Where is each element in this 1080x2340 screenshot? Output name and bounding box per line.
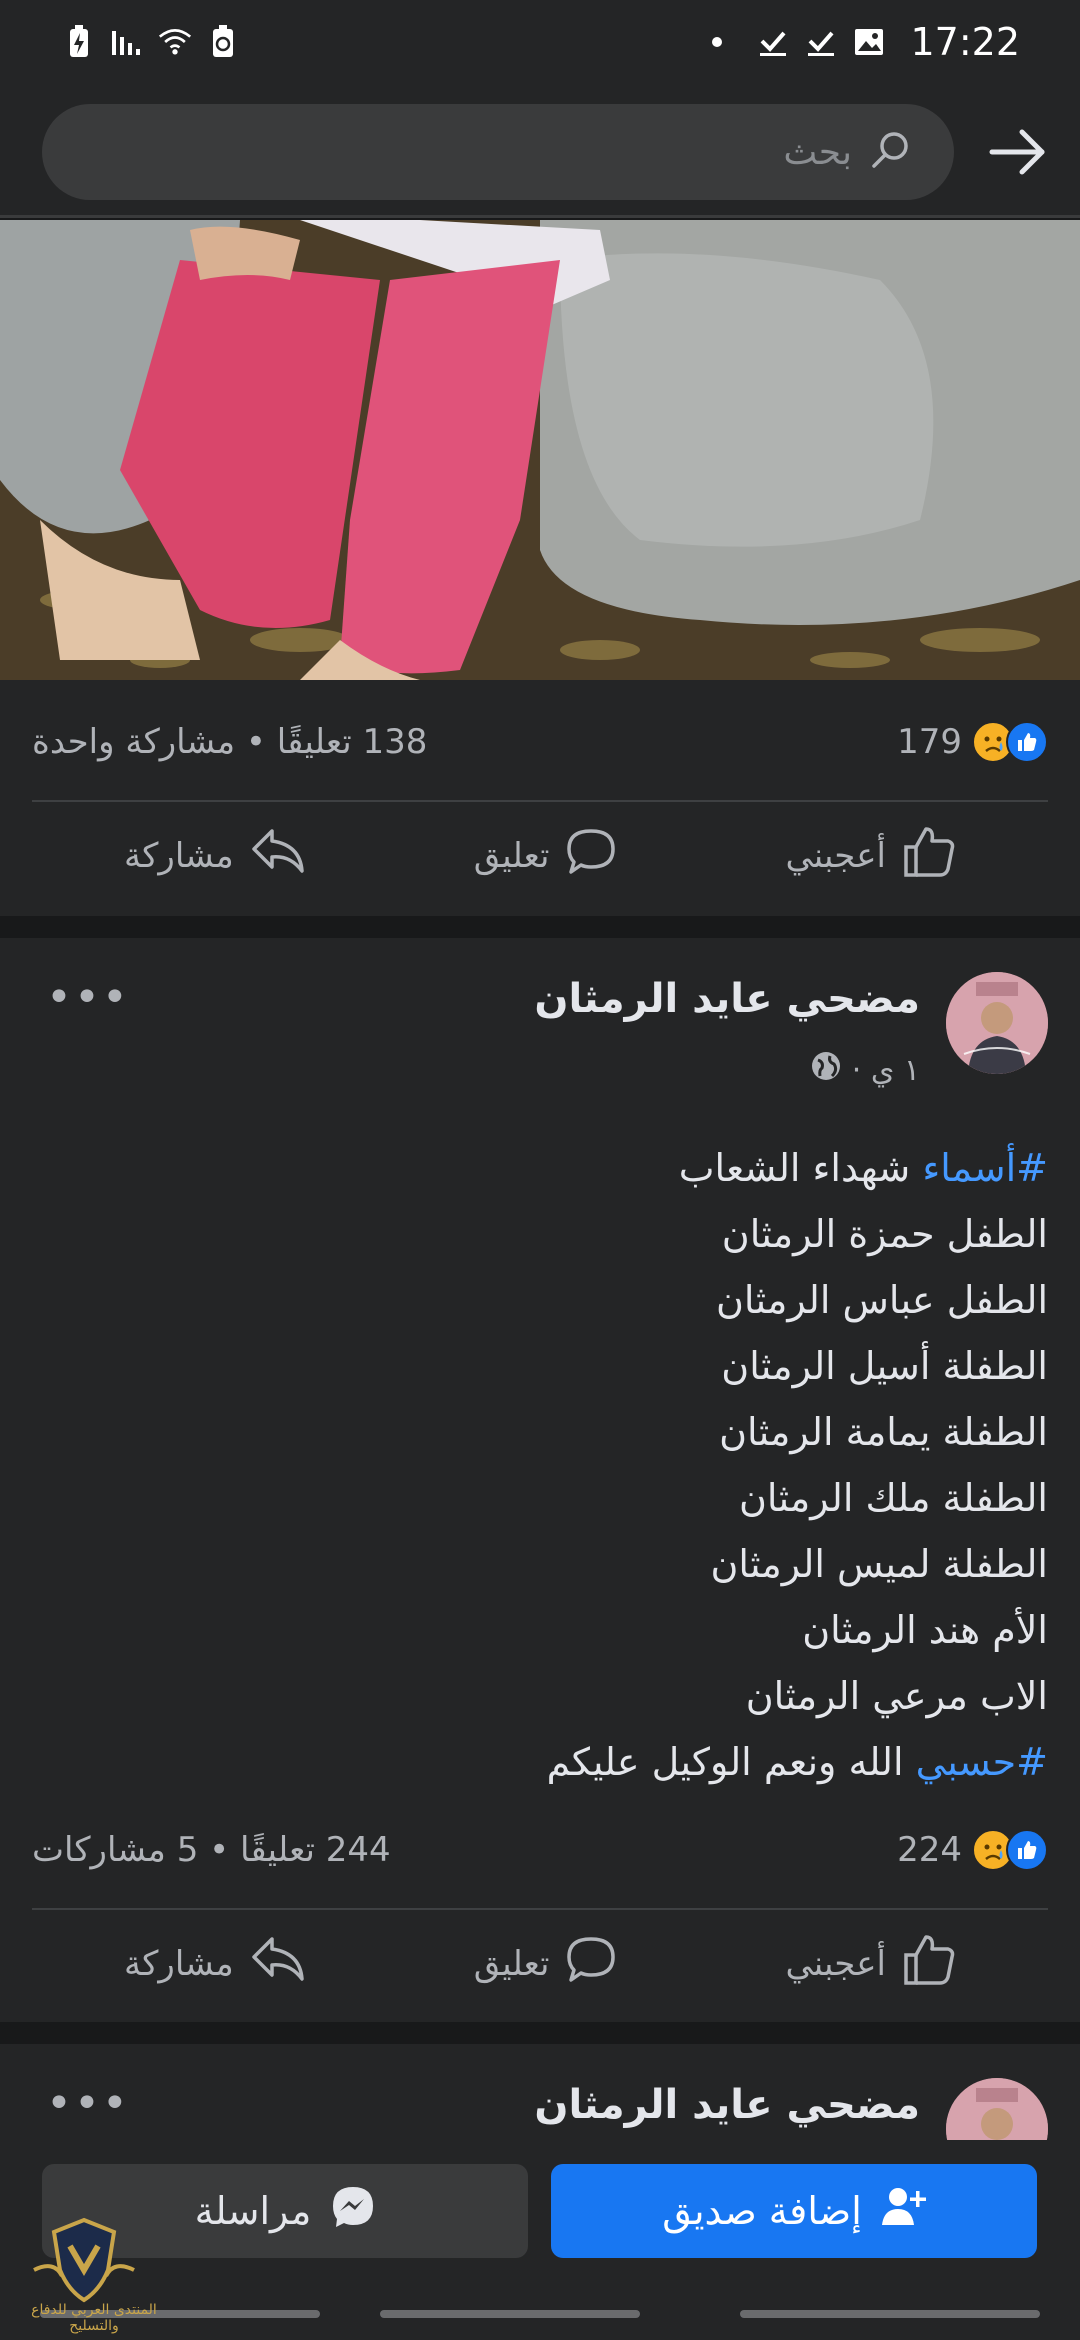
post1-stats: 138 تعليقًا • مشاركة واحدة 179 — [32, 712, 1048, 772]
more-options-icon[interactable]: ••• — [46, 2078, 130, 2129]
post1-comments-shares[interactable]: 138 تعليقًا • مشاركة واحدة — [32, 722, 427, 762]
post2-reaction-count: 224 — [897, 1830, 962, 1870]
post2-comments-shares[interactable]: 244 تعليقًا • 5 مشاركات — [32, 1830, 391, 1870]
like-reaction-icon — [1006, 1829, 1048, 1871]
post2-actions: مشاركة تعليق أعجبني — [0, 1914, 1080, 2014]
status-bar: 17:22 — [0, 0, 1080, 84]
post-line: الطفلة لميس الرمثان — [710, 1542, 1048, 1586]
post1-actions: مشاركة تعليق أعجبني — [0, 806, 1080, 906]
feed-separator — [0, 916, 1080, 938]
post-line: #أسماء شهداء الشعاب — [32, 1135, 1048, 1201]
share-label: مشاركة — [123, 1944, 234, 1984]
post-line: الاب مرعي الرمثان — [745, 1674, 1048, 1718]
globe-icon — [810, 1050, 842, 1090]
post2-time[interactable]: ١ ي · — [852, 1053, 920, 1088]
post-photo[interactable] — [0, 220, 1080, 680]
feed-separator — [0, 2022, 1080, 2044]
post2-meta: ١ ي · — [810, 1050, 920, 1090]
back-arrow-icon[interactable] — [986, 120, 1050, 184]
post2-text: #أسماء شهداء الشعاب الطفل حمزة الرمثان ا… — [32, 1135, 1048, 1795]
comment-label: تعليق — [473, 836, 550, 876]
message-label: مراسلة — [194, 2189, 312, 2233]
nav-gesture-handle — [740, 2310, 1040, 2318]
image-icon — [852, 25, 886, 59]
line-text: شهداء الشعاب — [678, 1146, 923, 1190]
share-button[interactable]: مشاركة — [124, 1935, 306, 1994]
nav-gesture-handle — [380, 2310, 640, 2318]
post2-reactions[interactable]: 224 — [897, 1829, 1048, 1871]
post2-card: مضحي عايد الرمثان ١ ي · ••• #أسماء شهداء… — [0, 938, 1080, 2022]
check-download-icon — [756, 25, 790, 59]
charging-icon — [62, 25, 96, 59]
add-friend-button[interactable]: إضافة صديق — [551, 2164, 1037, 2258]
hashtag-link[interactable]: #حسبي — [916, 1740, 1048, 1784]
search-icon — [870, 128, 914, 176]
post2-author-name[interactable]: مضحي عايد الرمثان — [534, 976, 920, 1022]
comment-button[interactable]: تعليق — [474, 827, 618, 886]
status-time: 17:22 — [910, 20, 1020, 64]
search-header: بحث — [0, 84, 1080, 218]
like-reaction-icon — [1006, 721, 1048, 763]
share-label: مشاركة — [123, 836, 234, 876]
more-options-icon[interactable]: ••• — [46, 972, 130, 1023]
like-label: أعجبني — [785, 836, 886, 876]
post-line: الطفل عباس الرمثان — [716, 1278, 1048, 1322]
post2-stats: 244 تعليقًا • 5 مشاركات 224 — [32, 1820, 1048, 1880]
post3-card: مضحي عايد الرمثان ••• — [0, 2044, 1080, 2140]
forum-watermark-logo: المنتدى العربي للدفاع والتسليح — [14, 2210, 157, 2334]
like-icon — [902, 1933, 956, 1996]
add-friend-label: إضافة صديق — [662, 2189, 862, 2233]
add-person-icon — [881, 2187, 926, 2236]
like-button[interactable]: أعجبني — [785, 825, 956, 888]
avatar[interactable] — [946, 972, 1048, 1074]
check-download-icon — [804, 25, 838, 59]
wifi-icon — [158, 25, 192, 59]
post-line: الأم هند الرمثان — [802, 1608, 1048, 1652]
search-input[interactable]: بحث — [42, 104, 954, 200]
signal-icon — [110, 25, 144, 59]
like-icon — [902, 825, 956, 888]
line-text: الله ونعم الوكيل عليكم — [546, 1740, 916, 1784]
comment-label: تعليق — [473, 1944, 550, 1984]
like-label: أعجبني — [785, 1944, 886, 1984]
post1-footer: 138 تعليقًا • مشاركة واحدة 179 مشاركة تع… — [0, 680, 1080, 916]
post1-reaction-count: 179 — [897, 722, 962, 762]
status-right-icons: 17:22 — [712, 20, 1020, 64]
comment-icon — [565, 827, 617, 886]
post-line: #حسبي الله ونعم الوكيل عليكم — [32, 1729, 1048, 1795]
notification-dot-icon — [712, 37, 723, 47]
divider — [32, 800, 1048, 802]
comment-icon — [565, 1935, 617, 1994]
share-button[interactable]: مشاركة — [124, 827, 306, 886]
post-line: الطفلة يمامة الرمثان — [719, 1410, 1048, 1454]
post3-author-name[interactable]: مضحي عايد الرمثان — [534, 2082, 920, 2128]
reaction-icons — [972, 1829, 1048, 1871]
search-placeholder: بحث — [783, 131, 852, 173]
watermark-text: المنتدى العربي للدفاع والتسليح — [31, 2302, 157, 2334]
share-icon — [250, 1935, 306, 1994]
like-button[interactable]: أعجبني — [785, 1933, 956, 1996]
post-line: الطفلة ملك الرمثان — [738, 1476, 1048, 1520]
comment-button[interactable]: تعليق — [474, 1935, 618, 1994]
post1-reactions[interactable]: 179 — [897, 721, 1048, 763]
avatar[interactable] — [946, 2078, 1048, 2140]
reaction-icons — [972, 721, 1048, 763]
post2-header: مضحي عايد الرمثان ١ ي · ••• — [0, 938, 1080, 1098]
divider — [32, 1908, 1048, 1910]
post-line: الطفلة أسيل الرمثان — [721, 1344, 1048, 1388]
status-left-icons — [62, 25, 240, 59]
share-icon — [250, 827, 306, 886]
messenger-icon — [331, 2185, 375, 2238]
post-line: الطفل حمزة الرمثان — [721, 1212, 1048, 1256]
hashtag-link[interactable]: #أسماء — [922, 1146, 1048, 1190]
battery-saver-icon — [206, 25, 240, 59]
